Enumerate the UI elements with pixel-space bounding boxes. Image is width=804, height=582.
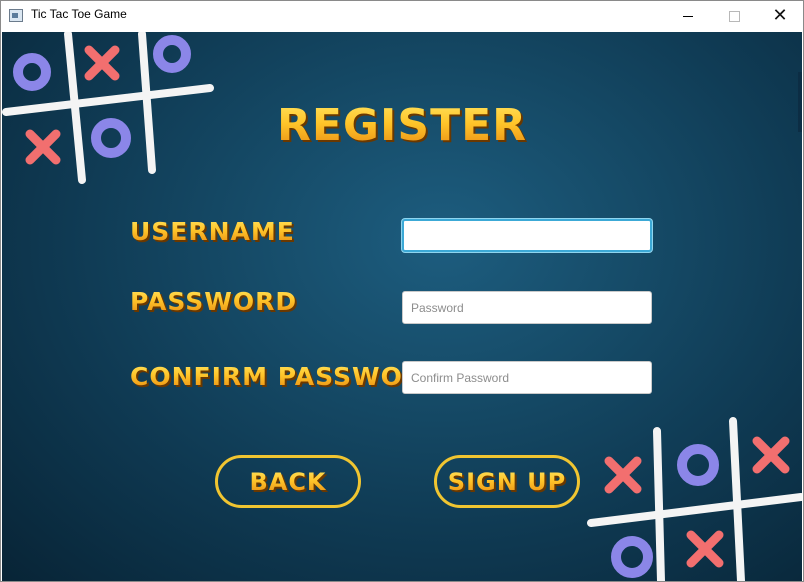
maximize-icon	[728, 10, 740, 22]
window-title: Tic Tac Toe Game	[31, 7, 127, 21]
password-input[interactable]	[402, 291, 652, 324]
title-bar[interactable]: Tic Tac Toe Game ✕	[1, 1, 803, 31]
back-button-label: BACK	[249, 467, 327, 496]
app-icon	[9, 9, 23, 22]
username-label: USERNAME	[130, 217, 295, 246]
minimize-icon	[683, 15, 693, 17]
close-button[interactable]: ✕	[757, 1, 803, 31]
close-icon: ✕	[772, 5, 788, 26]
password-label: PASSWORD	[130, 287, 297, 316]
maximize-button[interactable]	[711, 1, 757, 31]
tictactoe-board-bottom-right-decoration	[587, 417, 802, 581]
username-input[interactable]	[402, 219, 652, 252]
app-window: Tic Tac Toe Game ✕ REGISTER USERNAME PAS…	[0, 0, 804, 582]
confirm-password-label-text: CONFIRM PASSWORD	[130, 362, 445, 391]
username-label-text: USERNAME	[130, 217, 295, 246]
register-screen: REGISTER USERNAME PASSWORD CONFIRM PASSW…	[2, 32, 802, 581]
page-heading: REGISTER	[2, 100, 802, 151]
confirm-password-label: CONFIRM PASSWORD	[130, 362, 445, 391]
register-title: REGISTER	[276, 100, 528, 151]
minimize-button[interactable]	[665, 1, 711, 31]
back-button[interactable]: BACK	[215, 455, 361, 508]
sign-up-button[interactable]: SIGN UP	[434, 455, 580, 508]
sign-up-button-label: SIGN UP	[447, 467, 567, 496]
confirm-password-input[interactable]	[402, 361, 652, 394]
password-label-text: PASSWORD	[130, 287, 298, 316]
